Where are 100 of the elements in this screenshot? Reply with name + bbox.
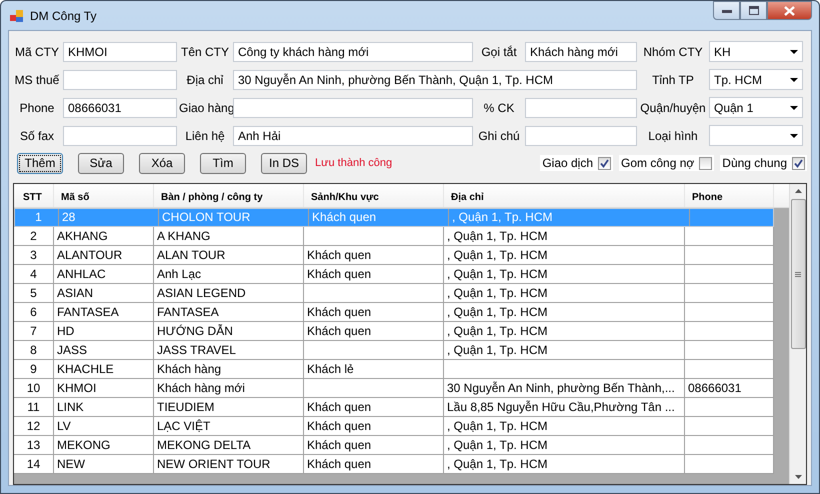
column-header[interactable]: Địa chỉ xyxy=(444,184,685,207)
table-cell: AKHANG xyxy=(57,229,108,243)
table-cell: Anh Lạc xyxy=(157,267,202,281)
action-button[interactable]: Tìm xyxy=(200,152,246,174)
close-button[interactable] xyxy=(767,1,812,20)
input-field[interactable]: Khách hàng mới xyxy=(525,42,637,62)
field-label: % CK xyxy=(482,100,516,114)
action-button[interactable]: Thêm xyxy=(17,152,63,174)
table-cell: HƯỚNG DẪN xyxy=(157,324,233,338)
table-cell: Khách quen xyxy=(307,400,372,414)
field-label: Liên hệ xyxy=(184,128,226,142)
field-label: Địa chỉ xyxy=(186,72,224,86)
table-cell: 6 xyxy=(30,305,37,319)
column-header[interactable]: Sảnh/Khu vực xyxy=(304,184,444,207)
dropdown[interactable] xyxy=(709,125,803,146)
field-label: Nhóm CTY xyxy=(642,44,704,58)
column-header[interactable]: Bàn / phòng / công ty xyxy=(154,184,304,207)
input-field[interactable] xyxy=(525,126,637,146)
table-row[interactable]: 11 LINK TIEUDIEM Khách quen Lầu 8,85 Nguyễn Hữu Cầu,Phường Tân ... xyxy=(14,398,774,417)
table-row[interactable]: 8 JASS JASS TRAVEL , Quận 1, Tp. HCM xyxy=(14,341,774,360)
table-cell: 8 xyxy=(30,343,37,357)
input-field[interactable] xyxy=(525,98,637,118)
table-row[interactable]: 12 LV LẠC VIỆT Khách quen , Quận 1, Tp. HCM xyxy=(14,417,774,436)
action-button[interactable]: Sửa xyxy=(78,152,124,174)
table-cell: ASIAN LEGEND xyxy=(157,286,246,300)
table-cell: , Quận 1, Tp. HCM xyxy=(447,286,548,300)
table-cell: , Quận 1, Tp. HCM xyxy=(447,267,548,281)
table-cell: Khách quen xyxy=(312,210,376,224)
action-button[interactable]: Xóa xyxy=(139,152,185,174)
status-message: Lưu thành công xyxy=(315,157,392,169)
table-cell: JASS xyxy=(57,343,88,357)
table-cell: ALAN TOUR xyxy=(157,248,226,262)
input-field[interactable]: Anh Hải xyxy=(233,126,473,146)
dropdown[interactable]: Quận 1 xyxy=(709,97,803,118)
input-field[interactable]: 08666031 xyxy=(63,98,177,118)
table-cell: HD xyxy=(57,324,74,338)
field-label: Quận/huyện xyxy=(639,100,707,114)
table-cell: Khách hàng mới xyxy=(157,381,245,395)
maximize-button[interactable] xyxy=(740,1,767,20)
table-cell: MEKONG DELTA xyxy=(157,438,251,452)
action-button[interactable]: In DS xyxy=(261,152,307,174)
field-label: Gọi tắt xyxy=(480,44,518,58)
dropdown[interactable]: Tp. HCM xyxy=(709,69,803,90)
input-field[interactable] xyxy=(233,98,473,118)
minimize-icon xyxy=(722,8,732,12)
minimize-button[interactable] xyxy=(713,1,740,20)
column-header[interactable]: Phone xyxy=(685,184,774,207)
table-cell: Khách lẻ xyxy=(307,362,354,376)
table-cell: Khách quen xyxy=(307,438,372,452)
dropdown[interactable]: KH xyxy=(709,41,803,62)
checkbox[interactable] xyxy=(792,156,805,170)
table-row[interactable]: 4 ANHLAC Anh Lạc Khách quen , Quận 1, Tp. HCM xyxy=(14,265,774,284)
scroll-down-icon[interactable] xyxy=(794,475,802,479)
table-cell: , Quận 1, Tp. HCM xyxy=(447,438,548,452)
table-cell: , Quận 1, Tp. HCM xyxy=(452,210,552,224)
table-cell: Khách quen xyxy=(307,457,372,471)
input-field[interactable]: 30 Nguyễn An Ninh, phường Bến Thành, Quận 1, Tp. HCM xyxy=(233,70,637,90)
checkbox[interactable] xyxy=(699,156,712,170)
field-label: Mã CTY xyxy=(14,44,60,58)
table-cell: Khách quen xyxy=(307,324,372,338)
table-cell: , Quận 1, Tp. HCM xyxy=(447,457,548,471)
table-cell: 4 xyxy=(30,267,37,281)
grip-icon xyxy=(795,272,801,276)
table-cell: ALANTOUR xyxy=(57,248,122,262)
table-cell: , Quận 1, Tp. HCM xyxy=(447,324,548,338)
table-cell: 5 xyxy=(30,286,37,300)
caret-icon xyxy=(790,78,798,82)
table-cell: 08666031 xyxy=(688,381,742,395)
table-row[interactable]: 9 KHACHLE Khách hàng Khách lẻ xyxy=(14,360,774,379)
input-field[interactable] xyxy=(63,70,177,90)
table-cell: NEW xyxy=(57,457,85,471)
checkbox-label: Dùng chung xyxy=(722,156,787,170)
scroll-up-icon[interactable] xyxy=(794,189,802,193)
field-label: Số fax xyxy=(18,128,56,142)
input-field[interactable]: Công ty khách hàng mới xyxy=(233,42,473,62)
table-row[interactable]: 13 MEKONG MEKONG DELTA Khách quen , Quận 1, Tp. HCM xyxy=(14,436,774,455)
caret-icon xyxy=(790,50,798,54)
table-row[interactable]: 5 ASIAN ASIAN LEGEND , Quận 1, Tp. HCM xyxy=(14,284,774,303)
field-label: Loại hình xyxy=(647,128,699,142)
table-cell: 9 xyxy=(30,362,37,376)
caret-icon xyxy=(790,134,798,138)
checkbox[interactable] xyxy=(598,156,612,170)
scrollbar[interactable] xyxy=(789,184,806,484)
table-row[interactable]: 10 KHMOI Khách hàng mới 30 Nguyễn An Ninh, phường Bến Thành,... 08666031 xyxy=(14,379,774,398)
table-cell: LINK xyxy=(57,400,84,414)
table-row[interactable]: 7 HD HƯỚNG DẪN Khách quen , Quận 1, Tp. HCM xyxy=(14,322,774,341)
table-row[interactable]: 3 ALANTOUR ALAN TOUR Khách quen , Quận 1, Tp. HCM xyxy=(14,246,774,265)
table-cell: 7 xyxy=(30,324,37,338)
input-field[interactable]: KHMOI xyxy=(63,42,177,62)
table-cell: , Quận 1, Tp. HCM xyxy=(447,419,548,433)
column-header[interactable]: STT xyxy=(14,184,54,207)
table-cell: Khách quen xyxy=(307,305,372,319)
column-header[interactable]: Mã số xyxy=(54,184,154,207)
table-row[interactable]: 14 NEW NEW ORIENT TOUR Khách quen , Quận 1, Tp. HCM xyxy=(14,455,774,474)
table-row[interactable]: 6 FANTASEA FANTASEA Khách quen , Quận 1, Tp. HCM xyxy=(14,303,774,322)
table-cell: ANHLAC xyxy=(57,267,106,281)
table-cell: FANTASEA xyxy=(57,305,119,319)
table-row[interactable]: 2 AKHANG A KHANG , Quận 1, Tp. HCM xyxy=(14,227,774,246)
table-cell: FANTASEA xyxy=(157,305,219,319)
input-field[interactable] xyxy=(63,126,177,146)
